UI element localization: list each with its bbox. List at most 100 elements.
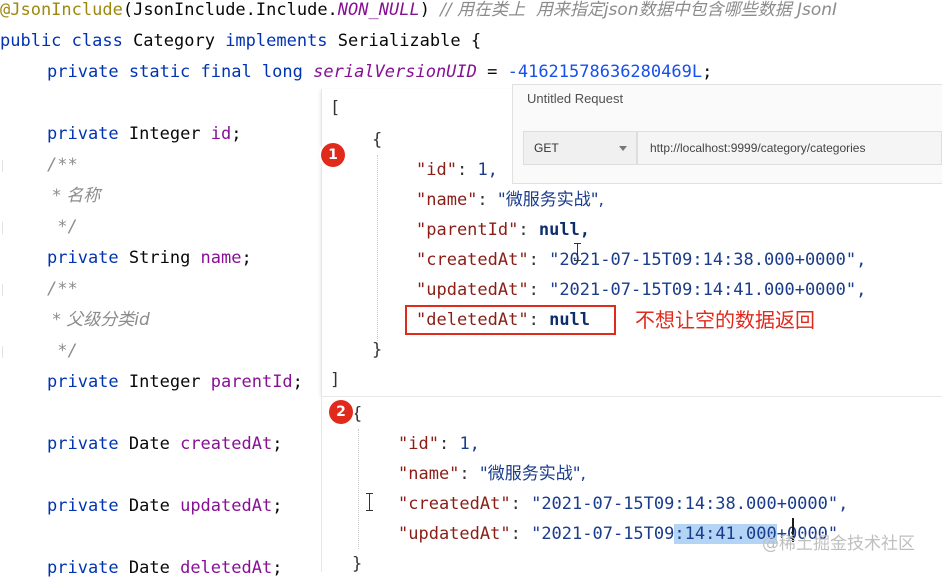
json-key: "createdAt" <box>398 494 511 514</box>
code-line-doc-close: */ <box>47 217 78 237</box>
json-value: "微服务实战", <box>479 464 586 484</box>
code-line-parentid: private Integer parentId; <box>47 367 303 398</box>
json-open-brace: { <box>372 130 383 150</box>
json-row-name: "name": "微服务实战", <box>416 190 604 210</box>
json-value: "微服务实战", <box>497 190 604 210</box>
field-token: id <box>210 124 232 144</box>
semicolon-token: ; <box>231 124 242 144</box>
number-token: -41621578636280469L <box>507 62 703 82</box>
json-value: 1, <box>459 434 480 454</box>
type-token: String <box>118 248 201 268</box>
request-title[interactable]: Untitled Request <box>527 91 623 106</box>
json-value: null, <box>538 220 591 240</box>
annotation-arg-const: NON_NULL <box>337 0 420 20</box>
type-token: Integer <box>118 372 211 392</box>
json-close-brace: } <box>352 554 363 574</box>
json-key: "id" <box>416 160 457 180</box>
code-line-doc-name: * 名称 <box>47 186 101 206</box>
interface-token: Serializable { <box>327 31 482 51</box>
json-key: "id" <box>398 434 439 454</box>
watermark: @稀土掘金技术社区 <box>762 534 915 554</box>
semicolon-token: ; <box>272 434 283 454</box>
json-value: "2021-07-15T09 <box>531 524 675 544</box>
fold-marker[interactable] <box>2 284 9 296</box>
keyword-token: private <box>47 248 119 268</box>
annotation-note: 不想让空的数据返回 <box>635 308 815 332</box>
annotation-arg-member: .Include. <box>245 0 338 20</box>
code-line-doc-parent: * 父级分类id <box>47 310 150 330</box>
semicolon-token: ; <box>272 496 283 516</box>
keyword-token: private static final long <box>47 62 303 82</box>
chevron-down-icon <box>619 146 627 151</box>
json-row-createdat: "createdAt": "2021-07-15T09:14:38.000+00… <box>416 250 867 270</box>
json-key: "createdAt" <box>416 250 529 270</box>
fold-marker[interactable] <box>2 346 9 358</box>
json-close-brace: } <box>372 340 383 360</box>
indent-guide <box>377 155 378 341</box>
class-name-token: Category <box>122 31 226 51</box>
field-token: parentId <box>210 372 293 392</box>
semicolon-token: ; <box>702 62 713 82</box>
json-value: "2021-07-15T09:14:38.000+0000", <box>531 494 849 514</box>
json-open-bracket: [ <box>330 98 341 118</box>
code-line-name: private String name; <box>47 243 252 274</box>
request-panel: Untitled Request GET http://localhost:99… <box>512 84 942 184</box>
annotation-arg-class: JsonInclude <box>133 0 246 20</box>
json-value: 1, <box>477 160 498 180</box>
code-line-deletedat: private Date deletedAt; <box>47 553 282 584</box>
field-token: serialVersionUID <box>313 62 477 82</box>
json-row-createdat: "createdAt": "2021-07-15T09:14:38.000+00… <box>398 494 849 514</box>
code-line-doc-open: /** <box>47 279 78 299</box>
code-line-updatedat: private Date updatedAt; <box>47 491 282 522</box>
json-value: "2021-07-15T09:14:41.000+0000", <box>549 280 867 300</box>
field-token: createdAt <box>180 434 273 454</box>
code-line-class-decl: public class Category implements Seriali… <box>0 26 481 57</box>
code-line-annotation: @JsonInclude(JsonInclude.Include.NON_NUL… <box>0 0 838 20</box>
step-badge-1: 1 <box>321 143 345 167</box>
semicolon-token: ; <box>241 248 252 268</box>
keyword-token: implements <box>225 31 328 51</box>
semicolon-token: ; <box>272 558 283 578</box>
json-row-parentid: "parentId": null, <box>416 220 591 240</box>
json-row-id: "id": 1, <box>416 160 498 180</box>
json-value: "2021-07-15T09:14:38.000+0000", <box>549 250 867 270</box>
keyword-token: private <box>47 558 119 578</box>
json-key: "name" <box>398 464 460 484</box>
json-key: "updatedAt" <box>416 280 529 300</box>
annotation-token: @JsonInclude <box>0 0 123 20</box>
json-open-brace: { <box>352 404 363 424</box>
keyword-token: public class <box>0 31 123 51</box>
field-token: deletedAt <box>180 558 273 578</box>
code-line-doc-close: */ <box>47 341 78 361</box>
keyword-token: private <box>47 372 119 392</box>
json-key: "updatedAt" <box>398 524 511 544</box>
mouse-ibeam-cursor <box>366 493 373 511</box>
method-label: GET <box>534 141 559 155</box>
json-row-updatedat: "updatedAt": "2021-07-15T09:14:41.000+00… <box>416 280 867 300</box>
field-token: name <box>200 248 242 268</box>
type-token: Integer <box>118 124 211 144</box>
keyword-token: private <box>47 434 119 454</box>
json-key: "parentId" <box>416 220 519 240</box>
mouse-ibeam-cursor <box>574 243 581 261</box>
fold-marker[interactable] <box>2 222 9 234</box>
type-token: Date <box>118 496 181 516</box>
method-select[interactable]: GET <box>523 131 637 165</box>
step-badge-2: 2 <box>329 400 353 424</box>
keyword-token: private <box>47 124 119 144</box>
fold-marker[interactable] <box>2 160 9 172</box>
type-token: Date <box>118 558 181 578</box>
json-row-name: "name": "微服务实战", <box>398 464 586 484</box>
type-token: Date <box>118 434 181 454</box>
url-input[interactable]: http://localhost:9999/category/categorie… <box>637 131 942 165</box>
json-row-id: "id": 1, <box>398 434 480 454</box>
code-line-doc-open: /** <box>47 155 78 175</box>
semicolon-token: ; <box>292 372 303 392</box>
highlight-box-deletedat <box>405 305 616 335</box>
field-token: updatedAt <box>180 496 273 516</box>
json-close-bracket: ] <box>330 370 341 390</box>
operator-token: = <box>476 62 508 82</box>
json-key: "name" <box>416 190 478 210</box>
code-line-createdat: private Date createdAt; <box>47 429 282 460</box>
keyword-token: private <box>47 496 119 516</box>
